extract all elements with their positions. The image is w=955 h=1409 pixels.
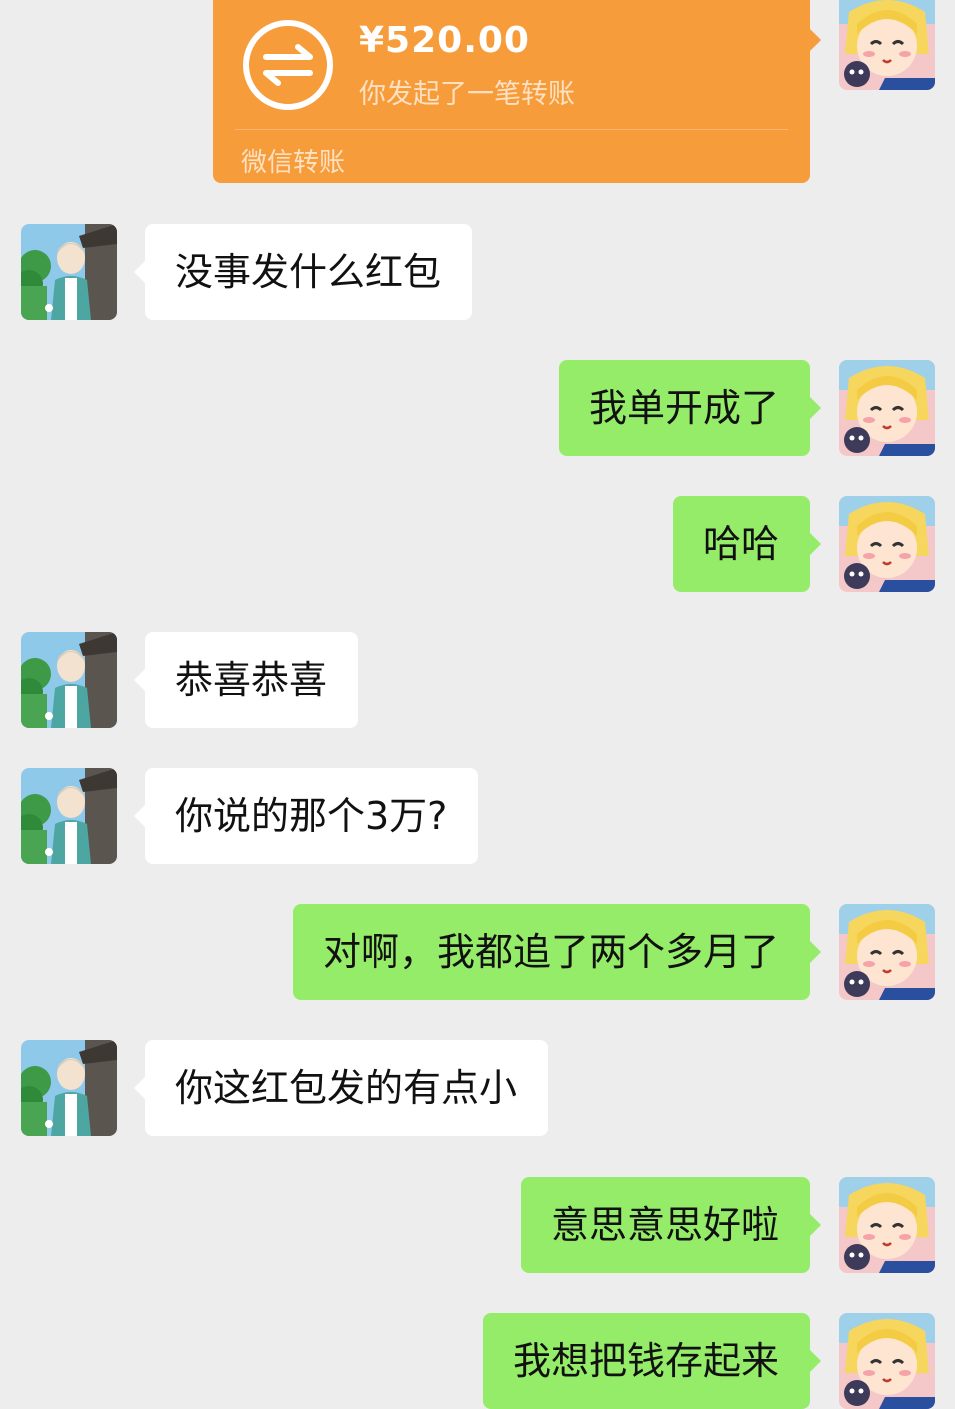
message-bubble-sent[interactable]: 意思意思好啦 <box>520 1177 822 1273</box>
my-avatar[interactable] <box>839 1177 935 1273</box>
message-bubble-sent[interactable]: 我单开成了 <box>558 360 822 456</box>
contact-avatar[interactable] <box>21 768 117 864</box>
contact-avatar[interactable] <box>21 632 117 728</box>
message-bubble-received[interactable]: 恭喜恭喜 <box>133 632 359 728</box>
message-bubble-received[interactable]: 你这红包发的有点小 <box>133 1040 549 1136</box>
my-avatar[interactable] <box>839 904 935 1000</box>
my-avatar[interactable] <box>839 0 935 90</box>
my-avatar[interactable] <box>839 360 935 456</box>
transfer-description: 你发起了一笔转账 <box>359 79 575 110</box>
message-bubble-sent[interactable]: 对啊，我都追了两个多月了 <box>292 904 822 1000</box>
message-bubble-received[interactable]: 你说的那个3万? <box>133 768 479 864</box>
transfer-arrows-icon <box>243 20 333 110</box>
contact-avatar[interactable] <box>21 1040 117 1136</box>
transfer-card[interactable]: ¥520.00 你发起了一笔转账 微信转账 <box>213 0 821 183</box>
contact-avatar[interactable] <box>21 224 117 320</box>
my-avatar[interactable] <box>839 1313 935 1409</box>
message-bubble-sent[interactable]: 哈哈 <box>672 496 822 592</box>
message-bubble-sent[interactable]: 我想把钱存起来 <box>482 1313 822 1409</box>
divider <box>235 129 788 130</box>
message-bubble-received[interactable]: 没事发什么红包 <box>133 224 473 320</box>
chat-area: ¥520.00 你发起了一笔转账 微信转账 没事发什么红包 我单开成了 哈哈 恭… <box>0 0 955 1409</box>
my-avatar[interactable] <box>839 496 935 592</box>
transfer-amount: ¥520.00 <box>359 20 530 61</box>
transfer-footer: 微信转账 <box>241 148 346 178</box>
